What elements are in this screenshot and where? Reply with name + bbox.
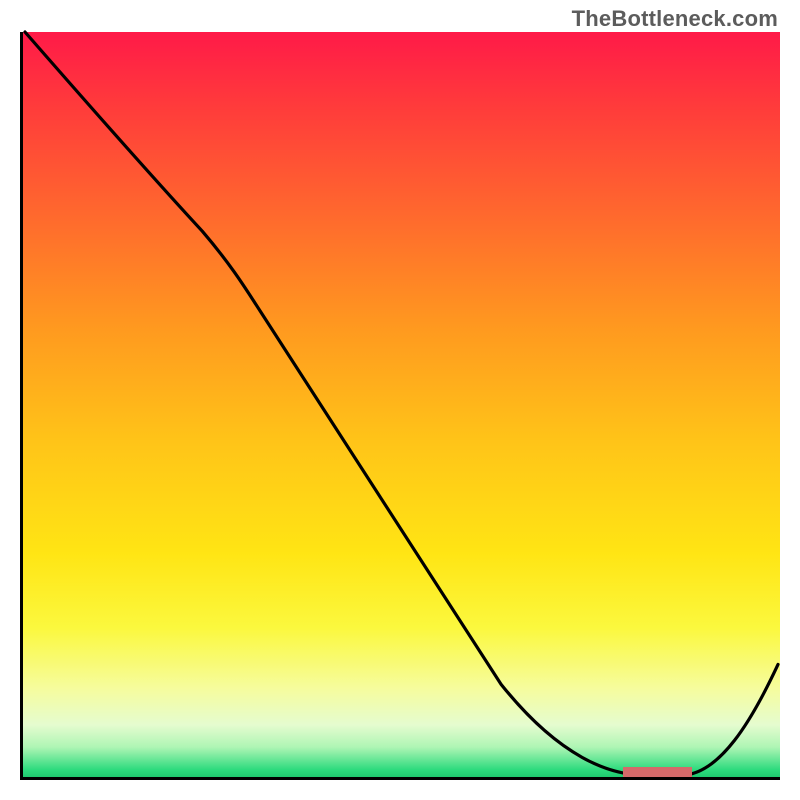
chart-curve-line <box>25 32 778 775</box>
chart-curve-svg <box>23 32 780 777</box>
chart-plot-area <box>20 32 780 780</box>
chart-optimal-marker <box>623 767 691 777</box>
watermark-text: TheBottleneck.com <box>572 6 778 32</box>
